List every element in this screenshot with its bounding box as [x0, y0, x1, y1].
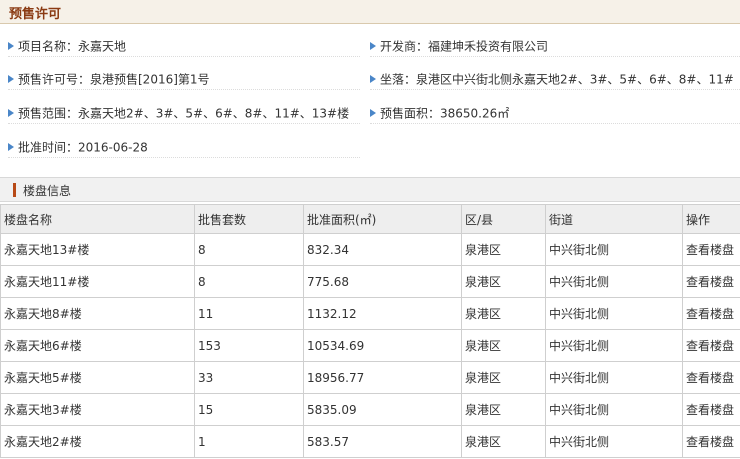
cell-area: 10534.69	[303, 329, 462, 362]
cell-district: 泉港区	[461, 425, 546, 458]
cell-name: 永嘉天地11#楼	[0, 265, 195, 298]
cell-district: 泉港区	[461, 297, 546, 330]
view-building-link[interactable]: 查看楼盘	[682, 425, 740, 458]
cell-area: 18956.77	[303, 361, 462, 394]
cell-area: 5835.09	[303, 393, 462, 426]
page-header: 预售许可	[0, 0, 740, 24]
triangle-right-icon	[8, 108, 14, 117]
cell-district: 泉港区	[461, 265, 546, 298]
triangle-right-icon	[370, 74, 376, 83]
info-area: 预售面积：38650.26㎡	[370, 102, 740, 124]
triangle-right-icon	[8, 142, 14, 151]
cell-district: 泉港区	[461, 329, 546, 362]
page-title: 预售许可	[9, 7, 62, 22]
table-row: 永嘉天地8#楼 11 1132.12 泉港区 中兴街北侧 查看楼盘	[0, 297, 740, 330]
section-header: 楼盘信息	[0, 177, 740, 202]
table-row: 永嘉天地6#楼 153 10534.69 泉港区 中兴街北侧 查看楼盘	[0, 329, 740, 362]
cell-street: 中兴街北侧	[545, 233, 683, 266]
cell-name: 永嘉天地6#楼	[0, 329, 195, 362]
cell-name: 永嘉天地13#楼	[0, 233, 195, 266]
col-header-street: 街道	[545, 204, 683, 234]
cell-street: 中兴街北侧	[545, 265, 683, 298]
info-location: 坐落：泉港区中兴街北侧永嘉天地2#、3#、5#、6#、8#、11#	[370, 68, 740, 90]
cell-street: 中兴街北侧	[545, 361, 683, 394]
col-header-area: 批准面积(㎡)	[303, 204, 462, 234]
info-approve-date: 批准时间：2016-06-28	[8, 136, 360, 158]
info-permit-number: 预售许可号：泉港预售[2016]第1号	[8, 68, 360, 90]
cell-area: 583.57	[303, 425, 462, 458]
cell-area: 832.34	[303, 233, 462, 266]
table-header-row: 楼盘名称 批售套数 批准面积(㎡) 区/县 街道 操作	[0, 204, 740, 234]
cell-street: 中兴街北侧	[545, 393, 683, 426]
col-header-name: 楼盘名称	[0, 204, 195, 234]
cell-name: 永嘉天地2#楼	[0, 425, 195, 458]
cell-units: 153	[194, 329, 304, 362]
info-scope: 预售范围：永嘉天地2#、3#、5#、6#、8#、11#、13#楼	[8, 102, 360, 124]
cell-name: 永嘉天地8#楼	[0, 297, 195, 330]
col-header-action: 操作	[682, 204, 740, 234]
triangle-right-icon	[8, 74, 14, 83]
view-building-link[interactable]: 查看楼盘	[682, 329, 740, 362]
accent-bar-icon	[13, 183, 16, 197]
cell-name: 永嘉天地5#楼	[0, 361, 195, 394]
view-building-link[interactable]: 查看楼盘	[682, 393, 740, 426]
cell-name: 永嘉天地3#楼	[0, 393, 195, 426]
cell-street: 中兴街北侧	[545, 425, 683, 458]
table-row: 永嘉天地3#楼 15 5835.09 泉港区 中兴街北侧 查看楼盘	[0, 393, 740, 426]
view-building-link[interactable]: 查看楼盘	[682, 233, 740, 266]
table-row: 永嘉天地2#楼 1 583.57 泉港区 中兴街北侧 查看楼盘	[0, 425, 740, 458]
cell-units: 15	[194, 393, 304, 426]
cell-units: 11	[194, 297, 304, 330]
cell-district: 泉港区	[461, 393, 546, 426]
triangle-right-icon	[370, 41, 376, 50]
cell-street: 中兴街北侧	[545, 297, 683, 330]
triangle-right-icon	[370, 108, 376, 117]
cell-area: 775.68	[303, 265, 462, 298]
triangle-right-icon	[8, 41, 14, 50]
cell-street: 中兴街北侧	[545, 329, 683, 362]
info-project-name: 项目名称：永嘉天地	[8, 35, 360, 57]
table-row: 永嘉天地13#楼 8 832.34 泉港区 中兴街北侧 查看楼盘	[0, 233, 740, 266]
col-header-district: 区/县	[461, 204, 546, 234]
section-title: 楼盘信息	[23, 184, 72, 198]
cell-district: 泉港区	[461, 361, 546, 394]
table-row: 永嘉天地11#楼 8 775.68 泉港区 中兴街北侧 查看楼盘	[0, 265, 740, 298]
col-header-units: 批售套数	[194, 204, 304, 234]
cell-area: 1132.12	[303, 297, 462, 330]
cell-units: 8	[194, 265, 304, 298]
table-row: 永嘉天地5#楼 33 18956.77 泉港区 中兴街北侧 查看楼盘	[0, 361, 740, 394]
view-building-link[interactable]: 查看楼盘	[682, 265, 740, 298]
view-building-link[interactable]: 查看楼盘	[682, 361, 740, 394]
cell-units: 33	[194, 361, 304, 394]
building-table: 楼盘名称 批售套数 批准面积(㎡) 区/县 街道 操作 永嘉天地13#楼 8 8…	[0, 204, 740, 458]
cell-district: 泉港区	[461, 233, 546, 266]
cell-units: 1	[194, 425, 304, 458]
cell-units: 8	[194, 233, 304, 266]
info-developer: 开发商：福建坤禾投资有限公司	[370, 35, 740, 57]
view-building-link[interactable]: 查看楼盘	[682, 297, 740, 330]
